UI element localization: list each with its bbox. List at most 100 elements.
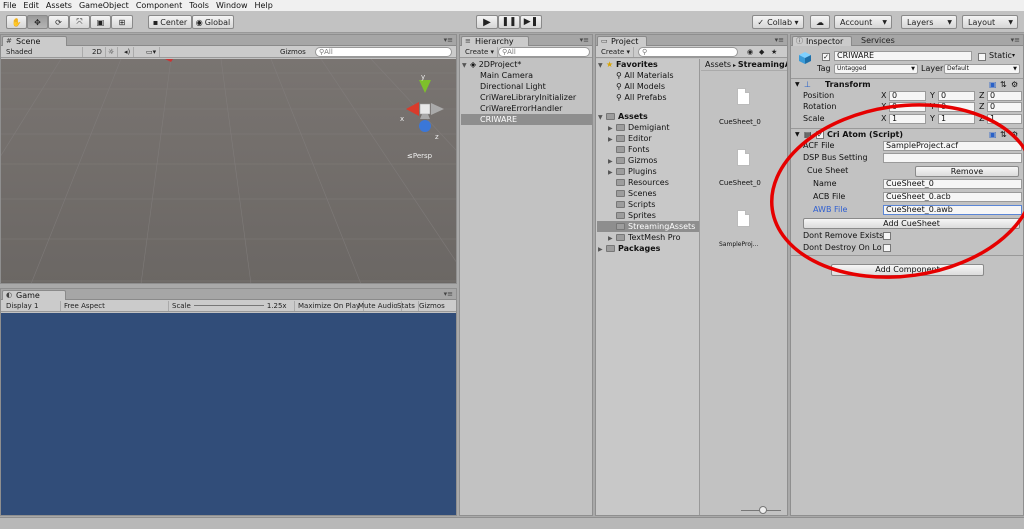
tab-game[interactable]: ◐ Game xyxy=(2,290,66,300)
account-dropdown[interactable]: Account ▼ xyxy=(834,15,892,29)
tag-dropdown[interactable]: Untagged ▼ xyxy=(834,64,918,74)
layout-dropdown[interactable]: Layout ▼ xyxy=(962,15,1018,29)
chevron-down-icon[interactable]: ▾ xyxy=(1012,51,1015,61)
maximize-on-play-toggle[interactable]: Maximize On Play xyxy=(295,301,365,311)
pivot-global-button[interactable]: ◉ Global xyxy=(192,15,234,29)
menu-tools[interactable]: Tools xyxy=(189,1,209,10)
pause-button[interactable]: ❚❚ xyxy=(498,15,520,29)
favorite-item[interactable]: ⚲ All Models xyxy=(616,81,665,92)
folder-item[interactable]: ▶ Editor xyxy=(608,133,652,144)
menu-window[interactable]: Window xyxy=(216,1,248,10)
tab-hierarchy[interactable]: ≡ Hierarchy xyxy=(461,36,529,46)
shading-mode-dropdown[interactable]: Shaded xyxy=(3,47,83,57)
hierarchy-create-button[interactable]: Create ▾ xyxy=(462,47,499,57)
scene-viewport[interactable] xyxy=(1,59,456,284)
panel-menu-icon[interactable]: ▾≡ xyxy=(444,290,453,298)
scene-gizmos-dropdown[interactable]: Gizmos xyxy=(277,47,309,57)
static-checkbox[interactable] xyxy=(978,53,986,61)
file-item[interactable]: CueSheet_0 xyxy=(719,178,761,188)
active-checkbox[interactable]: ✓ xyxy=(822,53,830,61)
tab-scene[interactable]: # Scene xyxy=(2,36,67,46)
filter-by-label-icon[interactable]: ◆ xyxy=(756,47,767,57)
hierarchy-item[interactable]: CriWareLibraryInitializer xyxy=(480,92,576,103)
tab-inspector[interactable]: ⓘ Inspector xyxy=(792,36,852,46)
breadcrumb-current[interactable]: StreamingA xyxy=(738,60,787,69)
rect-tool-button[interactable]: ▣ xyxy=(90,15,111,29)
hierarchy-item[interactable]: Main Camera xyxy=(480,70,533,81)
folder-item[interactable]: Sprites xyxy=(616,210,656,221)
panel-menu-icon[interactable]: ▾≡ xyxy=(580,36,589,44)
rect-icon: ▣ xyxy=(96,17,105,27)
packages-root[interactable]: ▶ Packages xyxy=(598,243,660,254)
layer-dropdown[interactable]: Default ▼ xyxy=(944,64,1020,74)
scale-slider[interactable]: Scale 1.25x xyxy=(169,301,295,311)
object-name-field[interactable]: CRIWARE xyxy=(834,51,972,61)
tab-project[interactable]: ▭ Project xyxy=(597,36,647,46)
help-icon[interactable]: ▣ xyxy=(989,80,997,90)
favorite-star-icon[interactable]: ★ xyxy=(768,47,780,57)
pivot-center-button[interactable]: ▪ Center xyxy=(148,15,192,29)
folder-item[interactable]: Resources xyxy=(616,177,669,188)
project-create-button[interactable]: Create ▾ xyxy=(598,47,635,57)
menu-edit[interactable]: Edit xyxy=(23,1,39,10)
favorites-section[interactable]: ▼ ★ Favorites xyxy=(598,59,658,70)
transform-tool-button[interactable]: ⊞ xyxy=(111,15,133,29)
lighting-toggle[interactable]: ☼ xyxy=(105,47,119,57)
hand-tool-button[interactable]: ✋ xyxy=(6,15,27,29)
preset-icon[interactable]: ⇅ xyxy=(1000,80,1007,90)
hierarchy-item-selected[interactable]: CRIWARE xyxy=(461,114,592,125)
menu-file[interactable]: File xyxy=(3,1,16,10)
scale-tool-button[interactable]: ⤧ xyxy=(69,15,90,29)
triangle-down-icon[interactable]: ▼ xyxy=(795,80,800,90)
favorite-item[interactable]: ⚲ All Materials xyxy=(616,70,674,81)
file-item[interactable]: SampleProj... xyxy=(719,240,758,250)
project-search-input[interactable]: ⚲ xyxy=(638,47,738,57)
collab-button[interactable]: ✓ Collab ▾ xyxy=(752,15,804,29)
folder-item[interactable]: Scripts xyxy=(616,199,655,210)
folder-item[interactable]: Fonts xyxy=(616,144,650,155)
play-button[interactable]: ▶ xyxy=(476,15,498,29)
slider-knob-icon[interactable] xyxy=(759,506,767,514)
rotate-tool-button[interactable]: ⟳ xyxy=(48,15,69,29)
folder-item[interactable]: ▶ TextMesh Pro xyxy=(608,232,680,243)
menu-help[interactable]: Help xyxy=(255,1,273,10)
hierarchy-item[interactable]: Directional Light xyxy=(480,81,546,92)
assets-root[interactable]: ▼ Assets xyxy=(598,111,648,122)
display-dropdown[interactable]: Display 1 xyxy=(3,301,61,311)
menu-gameobject[interactable]: GameObject xyxy=(79,1,129,10)
hierarchy-item[interactable]: CriWareErrorHandler xyxy=(480,103,562,114)
panel-menu-icon[interactable]: ▾≡ xyxy=(444,36,453,44)
audio-toggle[interactable]: ◂) xyxy=(121,47,135,57)
tab-services[interactable]: Services xyxy=(857,36,899,46)
panel-menu-icon[interactable]: ▾≡ xyxy=(1011,36,1020,44)
transform-header[interactable]: Transform xyxy=(825,80,871,90)
2d-toggle[interactable]: 2D xyxy=(89,47,106,57)
game-viewport[interactable] xyxy=(1,313,456,515)
image-icon: ▭▾ xyxy=(146,48,157,56)
panel-menu-icon[interactable]: ▾≡ xyxy=(775,36,784,44)
effects-dropdown[interactable]: ▭▾ xyxy=(143,47,161,57)
game-gizmos-dropdown[interactable]: Gizmos xyxy=(416,301,448,311)
hierarchy-scene-root[interactable]: ▼ ◈ 2DProject* xyxy=(462,59,592,70)
layers-dropdown[interactable]: Layers ▼ xyxy=(901,15,957,29)
folder-item[interactable]: ▶ Gizmos xyxy=(608,155,657,166)
folder-item[interactable]: ▶ Demigiant xyxy=(608,122,670,133)
folder-item[interactable]: Scenes xyxy=(616,188,657,199)
projection-label[interactable]: ≤Persp xyxy=(407,151,432,161)
gear-icon[interactable]: ⚙ xyxy=(1011,80,1018,90)
cloud-button[interactable]: ☁ xyxy=(810,15,830,29)
menu-assets[interactable]: Assets xyxy=(46,1,72,10)
hierarchy-search-input[interactable]: ⚲All xyxy=(498,47,590,57)
file-item[interactable]: CueSheet_0 xyxy=(719,117,761,127)
filter-by-type-icon[interactable]: ◉ xyxy=(744,47,756,57)
menu-component[interactable]: Component xyxy=(136,1,182,10)
folder-item-selected[interactable]: StreamingAssets xyxy=(597,221,699,232)
game-panel: ◐ Game ▾≡ Display 1 Free Aspect Scale 1.25… xyxy=(0,288,457,516)
move-tool-button[interactable]: ✥ xyxy=(27,15,48,29)
scene-search-input[interactable]: ⚲All xyxy=(315,47,452,57)
step-button[interactable]: ▶❚ xyxy=(520,15,542,29)
breadcrumb-assets[interactable]: Assets xyxy=(705,60,731,69)
favorite-item[interactable]: ⚲ All Prefabs xyxy=(616,92,667,103)
folder-item[interactable]: ▶ Plugins xyxy=(608,166,657,177)
aspect-dropdown[interactable]: Free Aspect xyxy=(61,301,169,311)
